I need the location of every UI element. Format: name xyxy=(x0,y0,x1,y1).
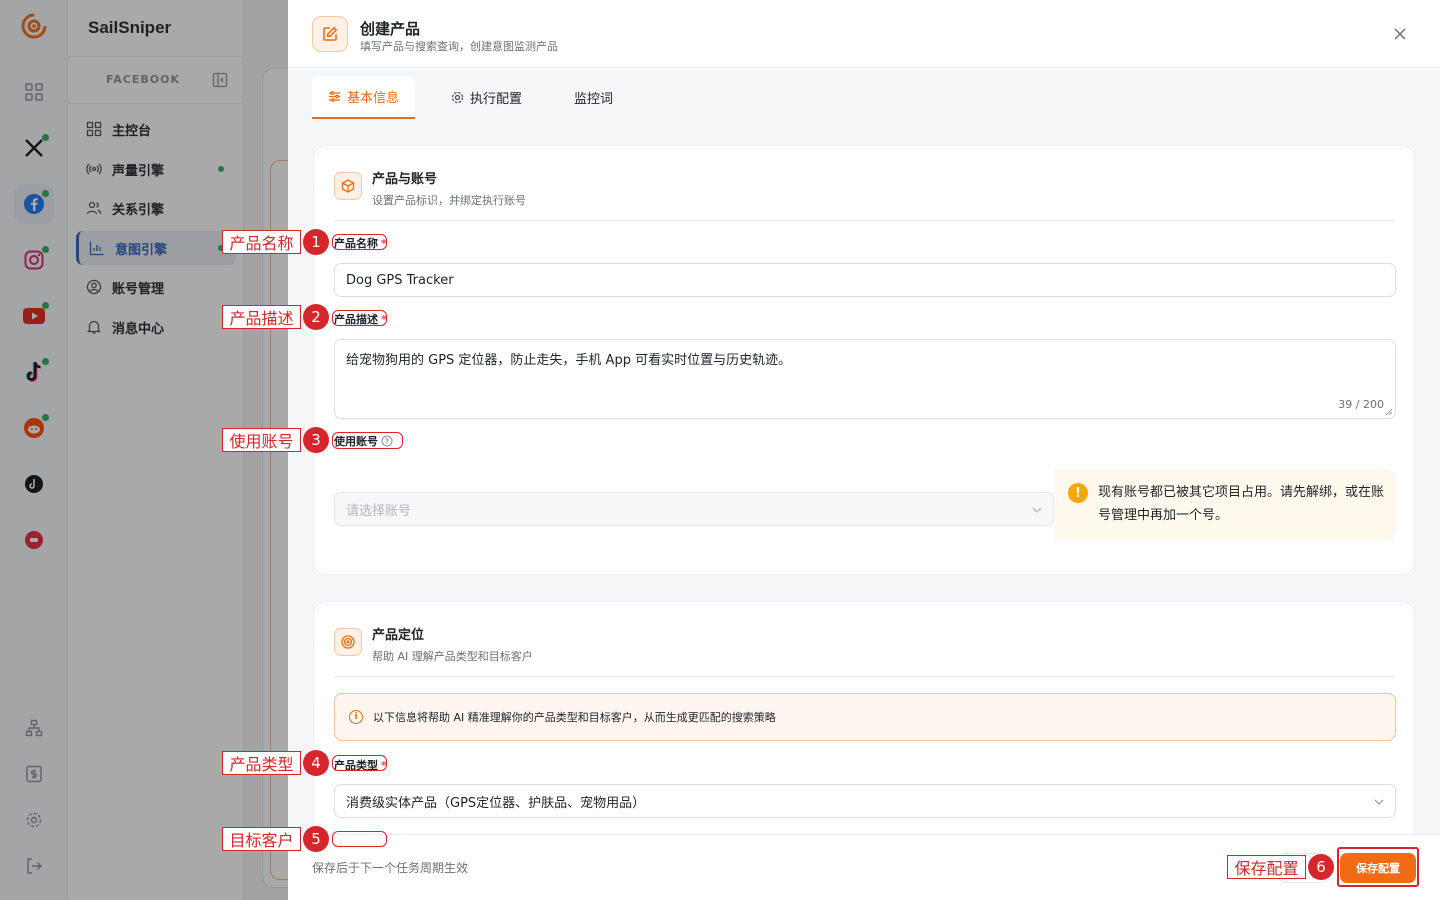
drawer-tabs: 基本信息 执行配置 监控词 xyxy=(312,76,649,119)
annotation-number: 6 xyxy=(1308,854,1334,880)
info-icon: i xyxy=(349,710,363,724)
annotation-number: 5 xyxy=(303,826,329,852)
drawer-header: 创建产品 填写产品与搜索查询，创建意图监测产品 xyxy=(288,0,1440,68)
create-product-drawer: 创建产品 填写产品与搜索查询，创建意图监测产品 基本信息 执行配置 监控词 产品… xyxy=(288,0,1440,900)
tab-label: 基本信息 xyxy=(347,91,400,106)
tab-monitor-keywords[interactable]: 监控词 xyxy=(558,76,629,119)
divider xyxy=(334,676,1396,677)
account-warning: ! 现有账号都已被其它项目占用。请先解绑，或在账号管理中再加一个号。 xyxy=(1054,469,1396,540)
product-type-select[interactable]: 消费级实体产品（GPS定位器、护肤品、宠物用品） xyxy=(334,784,1396,818)
select-placeholder: 请选择账号 xyxy=(346,503,412,519)
annotation-outline xyxy=(332,432,403,449)
tab-label: 执行配置 xyxy=(470,92,523,107)
edit-icon xyxy=(312,16,348,52)
drawer-subtitle: 填写产品与搜索查询，创建意图监测产品 xyxy=(360,40,558,53)
annotation-number: 4 xyxy=(303,750,329,776)
select-value: 消费级实体产品（GPS定位器、护肤品、宠物用品） xyxy=(346,795,646,811)
annotation-label: 目标客户 xyxy=(222,827,301,851)
char-counter: 39 / 200 xyxy=(1338,398,1384,411)
account-select[interactable]: 请选择账号 xyxy=(334,492,1054,526)
divider xyxy=(334,220,1396,221)
annotation-number: 2 xyxy=(303,304,329,330)
annotation-outline xyxy=(1337,847,1419,887)
annotation-label: 保存配置 xyxy=(1227,855,1306,879)
product-account-card: 产品与账号 设置产品标识，并绑定执行账号 产品名称 * Dog GPS Track… xyxy=(313,145,1415,575)
annotation-number: 3 xyxy=(303,427,329,453)
warning-icon: ! xyxy=(1068,483,1088,503)
chevron-down-icon xyxy=(1032,507,1042,513)
card-title: 产品定位 xyxy=(372,628,425,643)
resize-handle-icon[interactable] xyxy=(1385,408,1393,416)
tab-label: 监控词 xyxy=(574,92,614,107)
drawer-body[interactable]: 产品与账号 设置产品标识，并绑定执行账号 产品名称 * Dog GPS Track… xyxy=(288,120,1440,834)
annotation-outline xyxy=(332,831,387,847)
annotation-outline xyxy=(332,234,387,250)
box-icon xyxy=(334,172,362,200)
card-subtitle: 设置产品标识，并绑定执行账号 xyxy=(372,194,526,207)
warning-text: 现有账号都已被其它项目占用。请先解绑，或在账号管理中再加一个号。 xyxy=(1098,485,1385,523)
close-icon[interactable] xyxy=(1390,24,1410,44)
annotation-outline xyxy=(332,755,387,771)
annotation-label: 产品名称 xyxy=(222,230,301,254)
sliders-icon xyxy=(329,91,340,102)
annotation-outline xyxy=(332,310,387,326)
annotation-label: 使用账号 xyxy=(222,428,301,452)
card-subtitle: 帮助 AI 理解产品类型和目标客户 xyxy=(372,650,533,663)
product-name-input[interactable]: Dog GPS Tracker xyxy=(334,263,1396,297)
card-title: 产品与账号 xyxy=(372,172,438,187)
tab-basic-info[interactable]: 基本信息 xyxy=(312,76,416,119)
drawer-title: 创建产品 xyxy=(360,20,421,38)
tab-execution-config[interactable]: 执行配置 xyxy=(435,76,538,119)
info-text: 以下信息将帮助 AI 精准理解你的产品类型和目标客户，从而生成更匹配的搜索策略 xyxy=(373,711,776,724)
annotation-number: 1 xyxy=(303,229,329,255)
annotation-label: 产品描述 xyxy=(222,305,301,329)
chevron-down-icon xyxy=(1374,799,1384,805)
footer-note: 保存后于下一个任务周期生效 xyxy=(312,861,469,875)
textarea-value: 给宠物狗用的 GPS 定位器，防止走失，手机 App 可看实时位置与历史轨迹。 xyxy=(346,353,792,368)
gear-icon xyxy=(451,91,464,104)
product-positioning-card: 产品定位 帮助 AI 理解产品类型和目标客户 i 以下信息将帮助 AI 精准理解… xyxy=(313,601,1415,834)
ai-info-banner: i 以下信息将帮助 AI 精准理解你的产品类型和目标客户，从而生成更匹配的搜索策… xyxy=(334,693,1396,741)
annotation-label: 产品类型 xyxy=(222,751,301,775)
product-description-textarea[interactable]: 给宠物狗用的 GPS 定位器，防止走失，手机 App 可看实时位置与历史轨迹。 … xyxy=(334,339,1396,419)
target-icon xyxy=(334,628,362,656)
